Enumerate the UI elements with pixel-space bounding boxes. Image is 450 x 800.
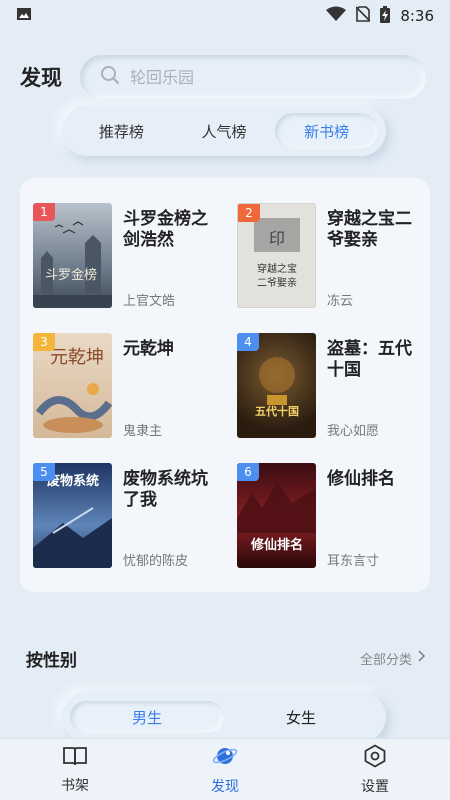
wifi-icon	[326, 6, 347, 26]
book-item[interactable]: 印 穿越之宝 二爷娶亲 2 穿越之宝二爷娶亲 冻云	[237, 203, 427, 311]
rank-badge: 2	[238, 204, 260, 222]
rank-badge: 6	[237, 463, 259, 481]
book-author: 忧郁的陈皮	[123, 554, 189, 569]
book-cover[interactable]: 五代十国 4	[237, 333, 316, 438]
rank-badge: 5	[33, 463, 55, 481]
book-item[interactable]: 斗罗金榜 1 斗罗金榜之剑浩然 上官文皓	[33, 203, 223, 311]
book-author: 冻云	[327, 294, 354, 309]
no-sim-icon	[355, 6, 371, 26]
all-categories-link[interactable]: 全部分类	[360, 649, 426, 668]
book-title[interactable]: 元乾坤	[123, 339, 221, 360]
bottom-nav: 书架 发现 设置	[0, 738, 450, 800]
book-icon	[62, 745, 88, 771]
search-icon	[100, 65, 120, 89]
search-input[interactable]	[130, 67, 380, 87]
book-author: 鬼隶主	[123, 424, 163, 439]
tab-popular[interactable]: 人气榜	[173, 113, 276, 149]
section-title: 按性别	[26, 650, 77, 671]
rank-badge: 1	[33, 203, 55, 221]
nav-settings[interactable]: 设置	[300, 739, 450, 800]
book-title[interactable]: 穿越之宝二爷娶亲	[327, 209, 425, 251]
book-cover[interactable]: 元乾坤 3	[33, 333, 112, 438]
tab-new-books[interactable]: 新书榜	[275, 113, 379, 149]
planet-icon	[212, 744, 238, 772]
book-cover[interactable]: 印 穿越之宝 二爷娶亲 2	[237, 203, 316, 308]
gender-tabs: 男生 女生	[62, 692, 386, 742]
book-author: 耳东言寸	[327, 554, 380, 569]
status-bar: 8:36	[0, 0, 450, 32]
cover-title-text: 元乾坤	[50, 347, 104, 368]
cover-title-text: 五代十国	[255, 404, 299, 418]
gender-section-header: 按性别 全部分类	[26, 646, 426, 671]
book-cover[interactable]: 斗罗金榜 1	[33, 203, 112, 308]
search-box[interactable]	[80, 55, 426, 99]
chevron-right-icon	[412, 650, 426, 666]
page-title: 发现	[20, 66, 62, 90]
battery-charging-icon	[380, 5, 391, 27]
top-header: 发现	[0, 54, 450, 100]
book-title[interactable]: 废物系统坑了我	[123, 469, 221, 511]
book-ranking-card: 斗罗金榜 1 斗罗金榜之剑浩然 上官文皓 印 穿越之宝 二爷娶亲 2 穿越之宝二…	[20, 178, 430, 592]
all-categories-label: 全部分类	[359, 652, 412, 668]
book-item[interactable]: 元乾坤 3 元乾坤 鬼隶主	[33, 333, 223, 441]
rank-badge: 4	[237, 333, 259, 351]
nav-label: 设置	[361, 778, 389, 795]
status-time: 8:36	[400, 7, 434, 25]
book-item[interactable]: 五代十国 4 盗墓：五代十国 我心如愿	[237, 333, 427, 441]
book-item[interactable]: 修仙排名 6 修仙排名 耳东言寸	[237, 463, 427, 571]
book-cover[interactable]: 修仙排名 6	[237, 463, 316, 568]
tab-male[interactable]: 男生	[70, 701, 224, 733]
settings-icon	[363, 743, 387, 772]
book-title[interactable]: 盗墓：五代十国	[327, 339, 425, 381]
nav-discover[interactable]: 发现	[150, 739, 300, 800]
nav-label: 书架	[61, 777, 89, 794]
image-notification-icon	[16, 6, 32, 26]
nav-bookshelf[interactable]: 书架	[0, 739, 150, 800]
book-title[interactable]: 修仙排名	[327, 469, 425, 490]
cover-title-line-1: 穿越之宝	[257, 262, 297, 275]
cover-title-line-2: 二爷娶亲	[257, 276, 297, 289]
svg-text:印: 印	[269, 229, 285, 248]
book-author: 我心如愿	[327, 424, 380, 439]
cover-title-text: 修仙排名	[250, 537, 303, 553]
rank-badge: 3	[33, 333, 55, 351]
book-title[interactable]: 斗罗金榜之剑浩然	[123, 209, 221, 251]
rank-tabs: 推荐榜 人气榜 新书榜	[62, 106, 386, 156]
book-cover[interactable]: 废物系统 5	[33, 463, 112, 568]
book-item[interactable]: 废物系统 5 废物系统坑了我 忧郁的陈皮	[33, 463, 223, 571]
tab-recommended[interactable]: 推荐榜	[70, 113, 173, 149]
nav-label: 发现	[211, 778, 239, 795]
cover-title-text: 斗罗金榜	[45, 267, 97, 283]
book-author: 上官文皓	[123, 294, 176, 309]
tab-female[interactable]: 女生	[224, 701, 378, 733]
